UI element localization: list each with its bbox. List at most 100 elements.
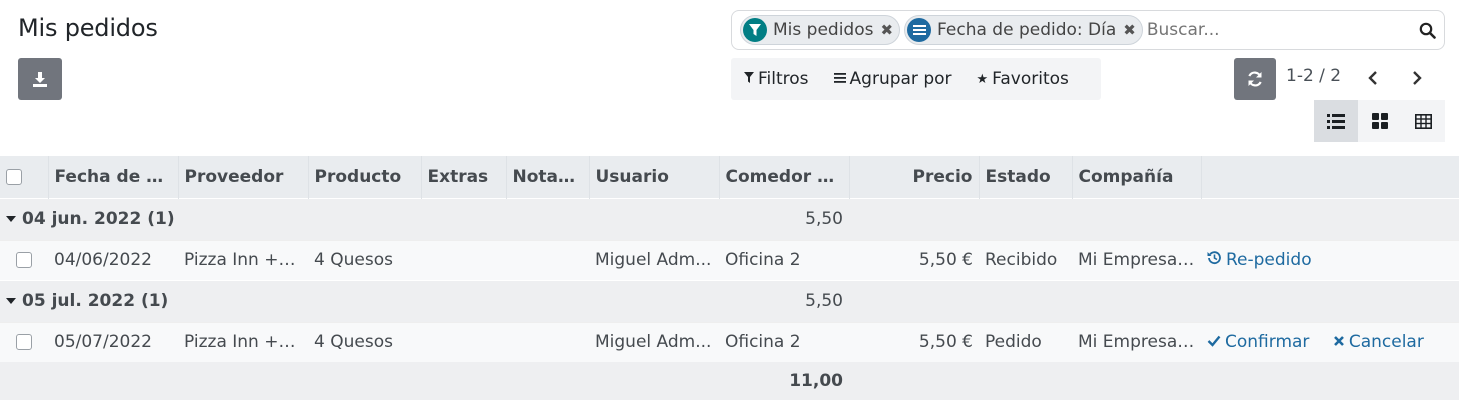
group-row[interactable]: 05 jul. 2022 (1) 5,50	[0, 279, 1459, 322]
list-view-icon	[1326, 113, 1345, 129]
column-header-location[interactable]: Comedor d...	[718, 156, 849, 198]
search-options-bar: Filtros Agrupar por ★ Favoritos	[731, 58, 1101, 100]
kanban-view-icon	[1371, 113, 1388, 129]
cell-actions: Re-pedido	[1201, 239, 1459, 280]
cell-company[interactable]: Mi Empresa ...	[1072, 321, 1201, 362]
filter-icon	[743, 18, 767, 42]
group-by-label: Agrupar por	[849, 69, 952, 89]
bars-icon	[833, 72, 846, 87]
group-header[interactable]: 04 jun. 2022 (1)	[0, 197, 719, 240]
favorites-button[interactable]: ★ Favoritos	[977, 69, 1069, 89]
cancel-label: Cancelar	[1348, 332, 1424, 353]
cell-company[interactable]: Mi Empresa ...	[1072, 239, 1201, 280]
reorder-button[interactable]: Re-pedido	[1207, 250, 1312, 270]
cell-state[interactable]: Pedido	[979, 321, 1072, 362]
pager-previous-button[interactable]	[1359, 64, 1387, 92]
column-header-company[interactable]: Compañía	[1071, 156, 1201, 198]
control-panel: Mis pedidos Mis pedidos ✖ Fecha de pedid…	[0, 0, 1459, 156]
cell-state[interactable]: Recibido	[979, 239, 1072, 280]
list-view-button[interactable]	[1314, 100, 1358, 142]
group-by-button[interactable]: Agrupar por	[833, 69, 952, 89]
facet-filter: Mis pedidos ✖	[740, 15, 901, 45]
cell-date[interactable]: 04/06/2022	[48, 239, 178, 280]
reorder-label: Re-pedido	[1226, 250, 1312, 270]
row-checkbox[interactable]	[16, 252, 32, 268]
group-total: 5,50	[719, 279, 849, 322]
cell-notes[interactable]	[506, 239, 589, 280]
pivot-view-icon	[1414, 113, 1432, 129]
facet-remove-icon[interactable]: ✖	[1123, 21, 1136, 39]
download-icon	[33, 72, 47, 87]
column-header-price[interactable]: Precio	[848, 156, 979, 198]
facet-remove-icon[interactable]: ✖	[880, 21, 893, 39]
cell-extras[interactable]	[421, 321, 506, 362]
group-total: 5,50	[719, 197, 849, 240]
column-header-product[interactable]: Producto	[307, 156, 421, 198]
refresh-icon	[1248, 71, 1262, 87]
group-label: 05 jul. 2022 (1)	[22, 291, 169, 311]
column-header-state[interactable]: Estado	[978, 156, 1072, 198]
column-header-date[interactable]: Fecha de p...	[47, 156, 178, 198]
filters-button[interactable]: Filtros	[744, 69, 809, 89]
grand-total: 11,00	[0, 362, 849, 400]
search-input[interactable]	[1146, 20, 1410, 40]
cell-date[interactable]: 05/07/2022	[48, 321, 178, 362]
cell-user[interactable]: Miguel Adm...	[589, 321, 719, 362]
group-row[interactable]: 04 jun. 2022 (1) 5,50	[0, 197, 1459, 240]
column-header-notes[interactable]: Notas...	[505, 156, 589, 198]
column-header-actions	[1200, 156, 1459, 198]
cell-price[interactable]: 5,50 €	[849, 321, 979, 362]
history-icon	[1207, 250, 1222, 270]
page-title: Mis pedidos	[18, 14, 158, 42]
facet-label: Fecha de pedido: Día	[937, 20, 1117, 40]
filter-icon	[744, 71, 754, 87]
kanban-view-button[interactable]	[1357, 100, 1402, 142]
cancel-button[interactable]: Cancelar	[1333, 332, 1424, 352]
cell-product[interactable]: 4 Quesos	[308, 321, 421, 362]
group-label: 04 jun. 2022 (1)	[22, 209, 175, 229]
column-header-extras[interactable]: Extras	[420, 156, 506, 198]
table-footer-row: 11,00	[0, 362, 1459, 400]
pager-value[interactable]: 1-2 / 2	[1286, 66, 1341, 86]
favorites-label: Favoritos	[992, 69, 1069, 89]
table-header-row: Fecha de p... Proveedor Producto Extras …	[0, 156, 1459, 198]
orders-table: Fecha de p... Proveedor Producto Extras …	[0, 156, 1459, 400]
cell-user[interactable]: Miguel Adm...	[589, 239, 719, 280]
select-all-checkbox[interactable]	[6, 168, 22, 185]
select-all-cell[interactable]	[0, 156, 48, 198]
table-row[interactable]: 05/07/2022 Pizza Inn +3... 4 Quesos Migu…	[0, 321, 1459, 362]
column-header-user[interactable]: Usuario	[588, 156, 719, 198]
cell-actions: Confirmar Cancelar	[1201, 321, 1459, 362]
cell-location[interactable]: Oficina 2	[719, 321, 849, 362]
check-icon	[1207, 332, 1221, 352]
pager-next-button[interactable]	[1403, 64, 1431, 92]
cell-product[interactable]: 4 Quesos	[308, 239, 421, 280]
column-header-vendor[interactable]: Proveedor	[177, 156, 308, 198]
confirm-button[interactable]: Confirmar	[1207, 332, 1309, 352]
cell-location[interactable]: Oficina 2	[719, 239, 849, 280]
filters-label: Filtros	[758, 69, 809, 89]
table-row[interactable]: 04/06/2022 Pizza Inn +3... 4 Quesos Migu…	[0, 239, 1459, 280]
cell-price[interactable]: 5,50 €	[849, 239, 979, 280]
caret-down-icon	[6, 298, 16, 304]
row-checkbox[interactable]	[16, 334, 32, 351]
chevron-left-icon	[1368, 71, 1377, 85]
search-bar: Mis pedidos ✖ Fecha de pedido: Día ✖	[731, 10, 1445, 50]
confirm-label: Confirmar	[1225, 332, 1310, 353]
chevron-right-icon	[1413, 71, 1422, 85]
caret-down-icon	[6, 216, 16, 222]
cell-vendor[interactable]: Pizza Inn +3...	[178, 321, 308, 362]
group-header[interactable]: 05 jul. 2022 (1)	[0, 279, 719, 322]
star-icon: ★	[976, 71, 989, 87]
cell-extras[interactable]	[421, 239, 506, 280]
cell-vendor[interactable]: Pizza Inn +3...	[178, 239, 308, 280]
download-button[interactable]	[18, 58, 62, 100]
times-icon	[1333, 332, 1345, 352]
facet-group-by: Fecha de pedido: Día ✖	[904, 15, 1143, 45]
group-by-icon	[907, 18, 932, 42]
pivot-view-button[interactable]	[1401, 100, 1446, 142]
search-icon[interactable]	[1410, 22, 1444, 39]
view-switcher	[1314, 100, 1446, 142]
cell-notes[interactable]	[506, 321, 589, 362]
reload-button[interactable]	[1234, 58, 1276, 100]
